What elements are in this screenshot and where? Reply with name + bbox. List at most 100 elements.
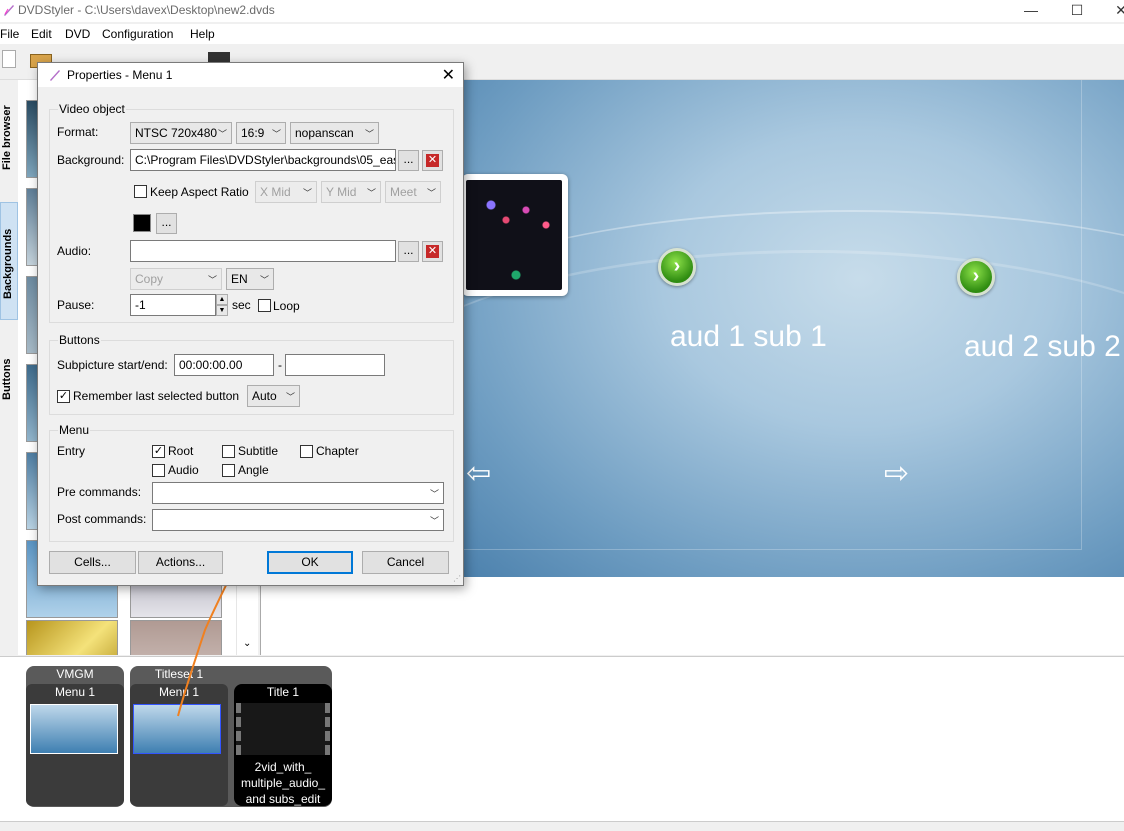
subpicture-end-field[interactable] <box>285 354 385 376</box>
delete-icon: ✕ <box>426 245 439 258</box>
dialog-title-bar: Properties - Menu 1 ✕ <box>38 63 463 87</box>
panscan-value: nopanscan <box>295 126 354 140</box>
entry-angle-checkbox[interactable] <box>222 464 235 477</box>
format-value: NTSC 720x480 <box>135 126 218 140</box>
remember-last-button-checkbox[interactable]: ✓ <box>57 390 70 403</box>
panscan-select[interactable]: nopanscan ﹀ <box>290 122 379 144</box>
clear-background-button[interactable]: ✕ <box>422 150 443 171</box>
title-filename: 2vid_with_ multiple_audio_ and subs_edit <box>240 760 326 806</box>
sec-label: sec <box>232 298 251 312</box>
audio-label: Audio: <box>57 244 92 258</box>
background-label: Background: <box>57 153 125 167</box>
entry-chapter-label: Chapter <box>316 444 359 458</box>
properties-dialog: Properties - Menu 1 ✕ Video object Forma… <box>37 62 464 586</box>
status-bar <box>0 821 1124 831</box>
titleset-label: Titleset 1 <box>154 667 204 681</box>
tab-backgrounds[interactable]: Backgrounds <box>0 202 18 320</box>
menu-help[interactable]: Help <box>190 27 215 41</box>
chevron-down-icon: ﹀ <box>217 129 227 139</box>
chevron-right-icon[interactable]: › <box>658 248 696 286</box>
chevron-down-icon[interactable]: ⌄ <box>243 638 251 649</box>
close-window-button[interactable]: ✕ <box>1098 0 1124 22</box>
keep-aspect-ratio-checkbox[interactable] <box>134 185 147 198</box>
tab-file-browser[interactable]: File browser <box>0 90 18 200</box>
entry-audio-label: Audio <box>168 463 199 477</box>
vmgm-label: VMGM <box>56 667 94 681</box>
menu-edit[interactable]: Edit <box>31 27 52 41</box>
pre-commands-combo[interactable]: ﹀ <box>152 482 444 504</box>
video-thumbnail-button[interactable] <box>462 174 568 296</box>
chevron-down-icon: ﹀ <box>429 489 439 499</box>
menu-bar: File Edit DVD Configuration Help <box>0 24 1124 44</box>
format-select[interactable]: NTSC 720x480 ﹀ <box>130 122 232 144</box>
aspect-value: 16:9 <box>241 126 265 140</box>
video-thumbnail-image <box>466 180 562 290</box>
menu-label-aud2-sub2[interactable]: aud 2 sub 2 <box>964 330 1121 364</box>
cancel-button[interactable]: Cancel <box>362 551 449 574</box>
audio-copy-value: Copy <box>135 272 164 286</box>
browse-audio-button[interactable]: ... <box>398 241 419 262</box>
right-arrow-icon[interactable]: ⇨ <box>884 456 909 491</box>
buttons-group-title: Buttons <box>58 333 101 347</box>
left-arrow-icon[interactable]: ⇦ <box>466 456 491 491</box>
pause-spinner[interactable]: ▲ ▼ <box>216 294 228 316</box>
dvdstyler-app-icon <box>4 5 14 16</box>
background-path-field[interactable]: C:\Program Files\DVDStyler\backgrounds\0… <box>130 149 396 171</box>
choose-color-button[interactable]: ... <box>156 213 177 234</box>
close-icon[interactable]: ✕ <box>442 65 455 85</box>
subpicture-start-field[interactable]: 00:00:00.00 <box>174 354 274 376</box>
maximize-button[interactable]: ☐ <box>1054 0 1100 22</box>
titleset-menu-thumbnail[interactable] <box>133 704 221 754</box>
dvdstyler-app-icon <box>50 70 60 81</box>
entry-subtitle-checkbox[interactable] <box>222 445 235 458</box>
title-label: Title 1 <box>266 685 300 699</box>
cells-button[interactable]: Cells... <box>49 551 136 574</box>
clear-audio-button[interactable]: ✕ <box>422 241 443 262</box>
spin-down-icon[interactable]: ▼ <box>216 305 228 316</box>
window-title-bar: DVDStyler - C:\Users\davex\Desktop\new2.… <box>0 0 1124 22</box>
ok-button[interactable]: OK <box>267 551 353 574</box>
tab-buttons[interactable]: Buttons <box>0 348 18 418</box>
pause-field[interactable]: -1 <box>130 294 216 316</box>
actions-button[interactable]: Actions... <box>138 551 223 574</box>
spin-up-icon[interactable]: ▲ <box>216 294 228 305</box>
menu-dvd[interactable]: DVD <box>65 27 90 41</box>
menu-configuration[interactable]: Configuration <box>102 27 173 41</box>
audio-path-field[interactable] <box>130 240 396 262</box>
chevron-down-icon: ﹀ <box>302 188 312 198</box>
remember-mode-select[interactable]: Auto ﹀ <box>247 385 300 407</box>
entry-audio-checkbox[interactable] <box>152 464 165 477</box>
vmgm-menu-thumbnail[interactable] <box>30 704 118 754</box>
audio-language-select[interactable]: EN ﹀ <box>226 268 274 290</box>
tab-buttons-label: Buttons <box>1 358 13 400</box>
loop-label: Loop <box>273 299 300 313</box>
browse-background-button[interactable]: ... <box>398 150 419 171</box>
meet-select[interactable]: Meet ﹀ <box>385 181 441 203</box>
window-title: DVDStyler - C:\Users\davex\Desktop\new2.… <box>18 3 275 17</box>
y-align-select[interactable]: Y Mid ﹀ <box>321 181 381 203</box>
background-thumb[interactable] <box>26 620 118 655</box>
remember-last-button-label: Remember last selected button <box>73 389 240 403</box>
remember-mode-value: Auto <box>252 389 277 403</box>
post-commands-combo[interactable]: ﹀ <box>152 509 444 531</box>
aspect-select[interactable]: 16:9 ﹀ <box>236 122 286 144</box>
x-align-select[interactable]: X Mid ﹀ <box>255 181 317 203</box>
chevron-right-icon[interactable]: › <box>957 258 995 296</box>
minimize-button[interactable]: — <box>1008 0 1054 22</box>
y-align-value: Y Mid <box>326 185 357 199</box>
menu-file[interactable]: File <box>0 27 19 41</box>
dialog-title: Properties - Menu 1 <box>67 68 173 82</box>
audio-copy-select[interactable]: Copy ﹀ <box>130 268 222 290</box>
menu-label-aud1-sub1[interactable]: aud 1 sub 1 <box>670 320 827 354</box>
entry-chapter-checkbox[interactable] <box>300 445 313 458</box>
background-color-swatch[interactable] <box>133 214 151 232</box>
background-thumb[interactable] <box>130 620 222 655</box>
subpicture-dash: - <box>278 358 282 372</box>
loop-checkbox[interactable] <box>258 299 271 312</box>
entry-root-checkbox[interactable]: ✓ <box>152 445 165 458</box>
new-file-icon[interactable] <box>2 50 16 68</box>
title-filmstrip-thumbnail[interactable] <box>236 703 330 755</box>
pause-label: Pause: <box>57 298 95 312</box>
resize-grip-icon[interactable]: ⋰ <box>453 574 461 583</box>
keep-aspect-ratio-label: Keep Aspect Ratio <box>150 185 249 199</box>
